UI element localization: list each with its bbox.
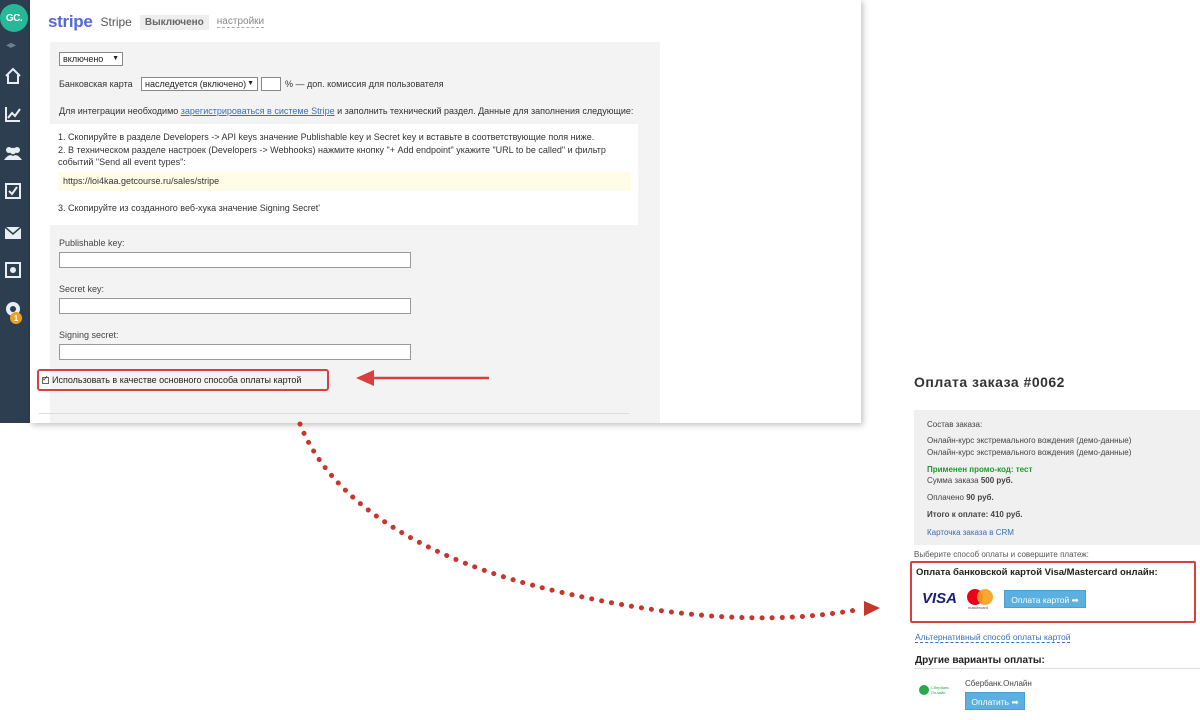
stripe-settings-panel: stripe Stripe Выключено настройки включе… [30, 0, 861, 423]
intro-text-end: и заполнить технический раздел. Данные д… [334, 106, 634, 116]
instruction-step-2-cont: событий "Send all event types": [58, 157, 186, 167]
order-summary: Состав заказа: Онлайн-курс экстремальног… [914, 410, 1200, 545]
order-title: Оплата заказа #0062 [914, 374, 1065, 390]
dotted-arrow-to-checkout [297, 421, 880, 621]
secret-key-label: Secret key: [59, 284, 105, 294]
instruction-step-3: 3. Скопируйте из созданного веб-хука зна… [58, 203, 321, 213]
order-composition-label: Состав заказа: [927, 420, 983, 429]
order-paid-label: Оплачено [927, 493, 967, 502]
other-options-divider [914, 668, 1200, 669]
app-sidebar: GC. ◂▸ 1 [0, 0, 30, 423]
instructions-box: 1. Скопируйте в разделе Developers -> AP… [50, 124, 638, 225]
collapse-sidebar-icon[interactable]: ◂▸ [6, 40, 16, 51]
order-paid-value: 90 руб. [966, 493, 994, 502]
promo-code-applied: Применен промо-код: тест [927, 465, 1033, 474]
publishable-key-label: Publishable key: [59, 238, 125, 248]
signing-secret-label: Signing secret: [59, 330, 119, 340]
enabled-select-value: включено [63, 54, 104, 64]
status-badge[interactable]: Выключено [139, 14, 209, 30]
publishable-key-input[interactable] [59, 252, 411, 268]
pay-by-card-button[interactable]: Оплата картой ➡ [1004, 590, 1086, 608]
stripe-header: stripe Stripe Выключено настройки [48, 12, 265, 32]
chevron-down-icon: ▼ [112, 55, 119, 62]
signing-secret-input[interactable] [59, 344, 411, 360]
order-sum-label: Сумма заказа [927, 476, 981, 485]
stripe-logo: stripe [48, 12, 93, 31]
intro-text: Для интеграции необходимо [59, 106, 181, 116]
sberbank-online-label: Сбербанк.Онлайн [965, 679, 1032, 688]
bank-card-select-value: наследуется (включено) [145, 79, 247, 89]
bank-card-label: Банковская карта [59, 79, 133, 89]
notification-badge: 1 [10, 312, 22, 324]
integration-intro: Для интеграции необходимо зарегистрирова… [59, 106, 633, 116]
bank-card-select[interactable]: наследуется (включено) ▼ [141, 77, 258, 91]
secret-key-input[interactable] [59, 298, 411, 314]
chart-icon[interactable] [2, 103, 24, 125]
card-payment-title: Оплата банковской картой Visa/Mastercard… [916, 567, 1158, 578]
sberbank-icon [919, 685, 929, 695]
payment-hint: Выберите способ оплаты и совершите плате… [914, 550, 1089, 559]
settings-form: включено ▼ Банковская карта наследуется … [50, 42, 660, 423]
safe-icon[interactable] [2, 259, 24, 281]
tasks-icon[interactable] [2, 180, 24, 202]
card-payment-box: Оплата банковской картой Visa/Mastercard… [910, 561, 1196, 623]
commission-input[interactable] [261, 77, 281, 91]
instruction-step-2: 2. В техническом разделе настроек (Devel… [58, 145, 606, 155]
order-paid: Оплачено 90 руб. [927, 493, 994, 502]
primary-card-payment-option[interactable]: Использовать в качестве основного способ… [37, 369, 329, 391]
alternative-card-payment-link[interactable]: Альтернативный способ оплаты картой [915, 632, 1071, 643]
enabled-select[interactable]: включено ▼ [59, 52, 123, 66]
mastercard-wordmark: mastercard [968, 605, 989, 610]
users-icon[interactable] [2, 142, 24, 164]
sberbank-logo: Сбербанк Онлайн [919, 685, 951, 695]
webhook-url[interactable]: https://loi4kaa.getcourse.ru/sales/strip… [58, 172, 631, 191]
form-divider [39, 413, 629, 414]
order-item: Онлайн-курс экстремального вождения (дем… [927, 436, 1132, 445]
visa-logo: VISA [922, 590, 958, 607]
chevron-down-icon: ▼ [247, 80, 254, 87]
mastercard-logo: mastercard [967, 589, 995, 610]
crm-card-link[interactable]: Карточка заказа в CRM [927, 528, 1014, 537]
home-icon[interactable] [2, 65, 24, 87]
pay-button[interactable]: Оплатить ➡ [965, 692, 1025, 710]
order-sum: Сумма заказа 500 руб. [927, 476, 1013, 485]
app-logo[interactable]: GC. [0, 4, 28, 32]
commission-label: % — доп. комиссия для пользователя [285, 79, 444, 89]
other-payment-options-title: Другие варианты оплаты: [915, 655, 1045, 666]
sberbank-logo-text: Сбербанк Онлайн [931, 685, 949, 695]
register-stripe-link[interactable]: зарегистрироваться в системе Stripe [181, 106, 335, 116]
primary-card-checkbox[interactable] [42, 374, 49, 384]
payment-system-name: Stripe [100, 15, 132, 29]
mail-icon[interactable] [2, 222, 24, 244]
mastercard-orange-circle [977, 589, 993, 605]
order-total: Итого к оплате: 410 руб. [927, 510, 1023, 519]
instruction-step-1: 1. Скопируйте в разделе Developers -> AP… [58, 132, 595, 142]
order-sum-value: 500 руб. [980, 476, 1013, 485]
order-item: Онлайн-курс экстремального вождения (дем… [927, 448, 1132, 457]
settings-link[interactable]: настройки [216, 16, 265, 28]
primary-card-checkbox-label: Использовать в качестве основного способ… [52, 375, 302, 385]
